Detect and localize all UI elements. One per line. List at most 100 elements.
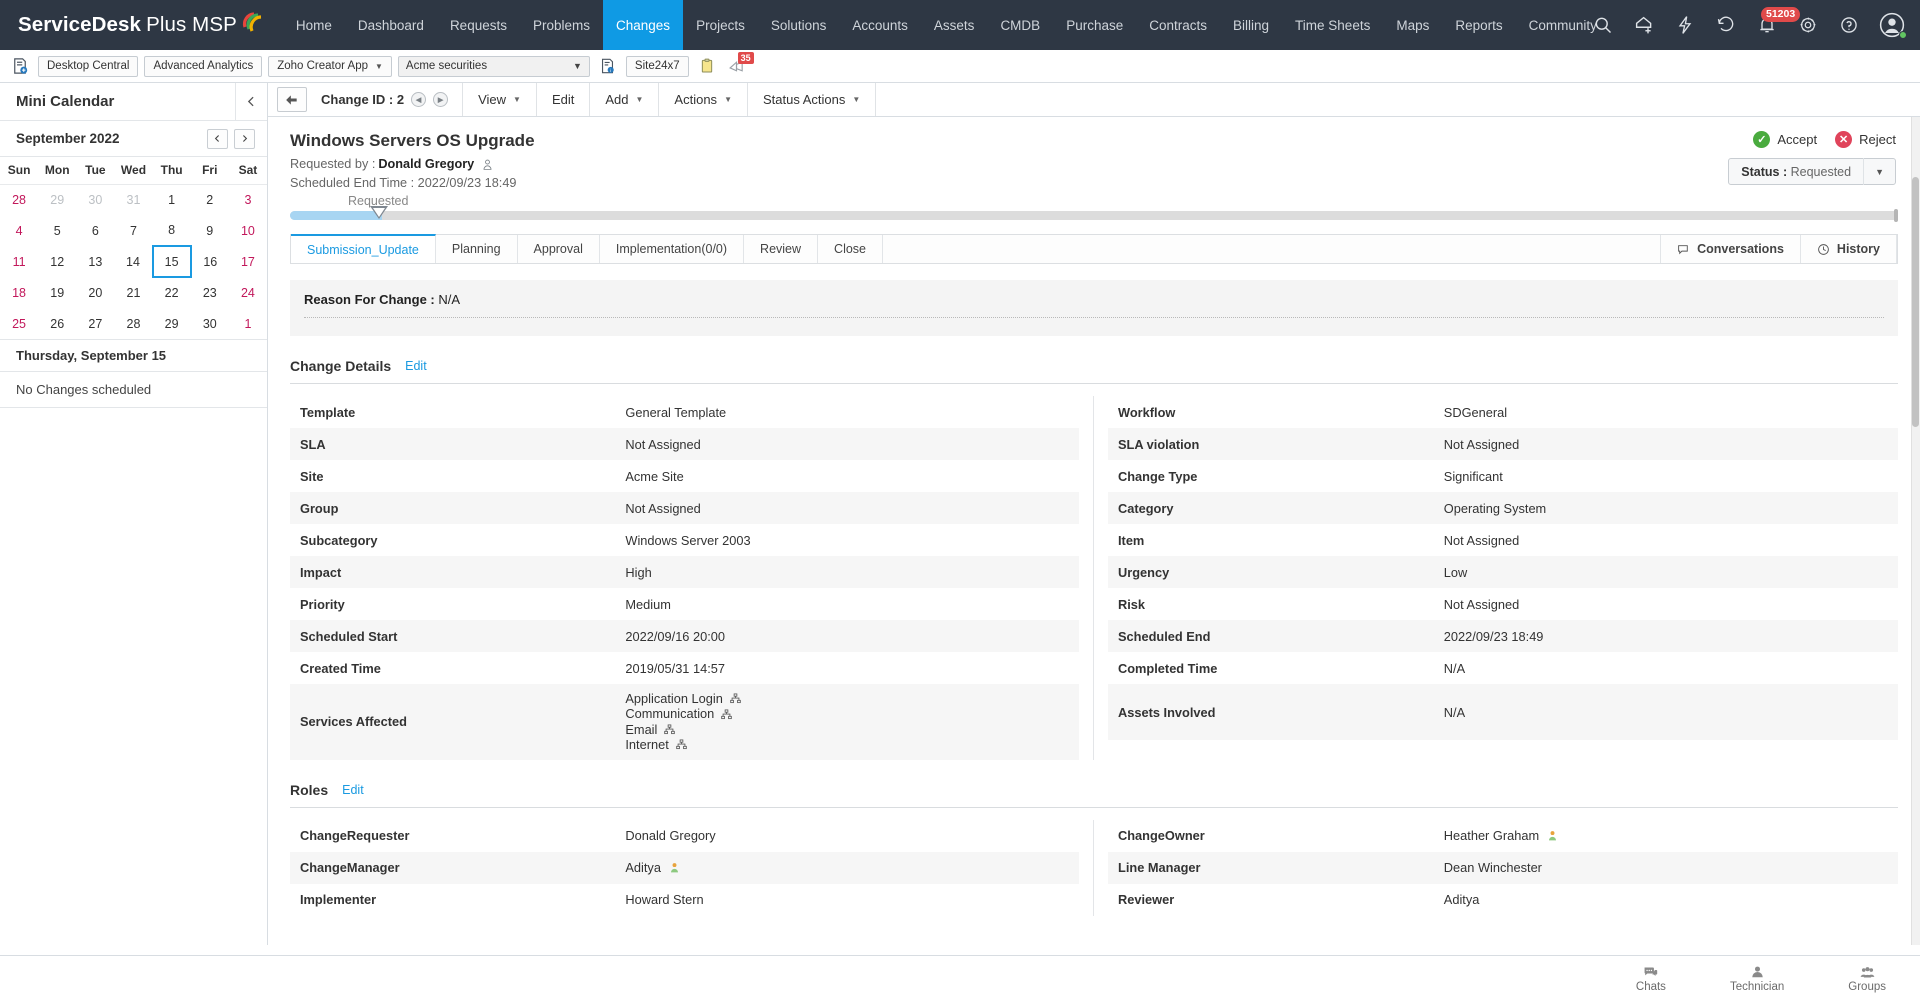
calendar-day-cell[interactable]: 18 [0,277,38,308]
calendar-day-cell[interactable]: 4 [0,215,38,246]
notifications-bell-icon[interactable]: 51203 [1755,13,1779,37]
nav-item-maps[interactable]: Maps [1383,0,1442,50]
back-button[interactable] [277,87,307,112]
calendar-day-cell[interactable]: 19 [38,277,76,308]
nav-item-solutions[interactable]: Solutions [758,0,840,50]
app-logo[interactable]: ServiceDesk Plus MSP [18,10,265,40]
calendar-day-cell[interactable]: 24 [229,277,267,308]
calendar-day-cell[interactable]: 1 [153,184,191,215]
calendar-day-cell[interactable]: 11 [0,246,38,277]
announcement-icon[interactable]: 35 [725,55,749,77]
technician-button[interactable]: Technician [1730,965,1784,993]
calendar-day-cell[interactable]: 22 [153,277,191,308]
toolbar-actions[interactable]: Actions▼ [659,83,748,116]
account-select[interactable]: Acme securities ▼ [398,56,590,77]
calendar-day-cell[interactable]: 15 [153,246,191,277]
calendar-day-cell[interactable]: 14 [114,246,152,277]
next-change-button[interactable]: ▶ [433,92,448,107]
calendar-day-cell[interactable]: 12 [38,246,76,277]
toolbar-status-actions[interactable]: Status Actions▼ [748,83,876,116]
nav-item-cmdb[interactable]: CMDB [987,0,1053,50]
calendar-day-cell[interactable]: 13 [76,246,114,277]
clipboard-icon[interactable] [695,55,719,77]
tab-close[interactable]: Close [818,235,883,263]
calendar-day-cell[interactable]: 17 [229,246,267,277]
person-icon[interactable] [1546,829,1559,842]
calendar-day-cell[interactable]: 8 [153,215,191,246]
calendar-day-cell[interactable]: 20 [76,277,114,308]
prev-month-button[interactable] [207,129,228,149]
chats-button[interactable]: Chats [1636,965,1666,993]
nav-item-time-sheets[interactable]: Time Sheets [1282,0,1383,50]
calendar-day-cell[interactable]: 28 [114,308,152,339]
status-dropdown[interactable]: Status : Requested ▼ [1728,158,1896,185]
network-icon[interactable] [664,724,675,735]
toolbar-view[interactable]: View▼ [463,83,537,116]
help-icon[interactable] [1837,13,1861,37]
add-ticket-icon[interactable] [1632,13,1656,37]
calendar-day-cell[interactable]: 29 [38,184,76,215]
calendar-day-cell[interactable]: 7 [114,215,152,246]
calendar-day-cell[interactable]: 1 [229,308,267,339]
network-icon[interactable] [676,739,687,750]
calendar-day-cell[interactable]: 25 [0,308,38,339]
reject-button[interactable]: ✕ Reject [1835,131,1896,148]
calendar-day-cell[interactable]: 29 [153,308,191,339]
calendar-day-cell[interactable]: 10 [229,215,267,246]
tab-conversations[interactable]: Conversations [1661,235,1801,263]
zoho-creator-app-button[interactable]: Zoho Creator App ▼ [268,56,392,77]
network-icon[interactable] [730,693,741,704]
nav-item-projects[interactable]: Projects [683,0,758,50]
calendar-day-cell[interactable]: 5 [38,215,76,246]
calendar-day-cell[interactable]: 26 [38,308,76,339]
calendar-day-cell[interactable]: 31 [114,184,152,215]
tab-implementation-0-0[interactable]: Implementation(0/0) [600,235,744,263]
user-avatar[interactable] [1878,11,1906,39]
quick-actions-lightning-icon[interactable] [1673,13,1697,37]
network-icon[interactable] [721,709,732,720]
nav-item-billing[interactable]: Billing [1220,0,1282,50]
nav-item-purchase[interactable]: Purchase [1053,0,1136,50]
requester-person-icon[interactable] [481,158,494,171]
groups-button[interactable]: Groups [1848,965,1886,993]
roles-edit-link[interactable]: Edit [342,783,364,797]
person-icon[interactable] [668,861,681,874]
nav-item-accounts[interactable]: Accounts [839,0,921,50]
nav-item-changes[interactable]: Changes [603,0,683,50]
nav-item-home[interactable]: Home [283,0,345,50]
calendar-day-cell[interactable]: 28 [0,184,38,215]
account-info-icon[interactable]: i [596,55,620,77]
recent-history-icon[interactable] [1714,13,1738,37]
calendar-day-cell[interactable]: 23 [191,277,229,308]
calendar-day-cell[interactable]: 3 [229,184,267,215]
desktop-central-button[interactable]: Desktop Central [38,56,138,77]
calendar-day-cell[interactable]: 30 [191,308,229,339]
tab-approval[interactable]: Approval [518,235,600,263]
calendar-day-cell[interactable]: 6 [76,215,114,246]
calendar-day-cell[interactable]: 27 [76,308,114,339]
search-icon[interactable] [1591,13,1615,37]
tab-review[interactable]: Review [744,235,818,263]
content-scrollbar[interactable] [1911,117,1920,1001]
new-request-icon[interactable] [8,55,32,77]
nav-item-contracts[interactable]: Contracts [1136,0,1220,50]
scrollbar-thumb[interactable] [1912,177,1919,427]
next-month-button[interactable] [234,129,255,149]
nav-item-dashboard[interactable]: Dashboard [345,0,437,50]
toolbar-add[interactable]: Add▼ [590,83,659,116]
site24x7-button[interactable]: Site24x7 [626,56,689,77]
nav-item-requests[interactable]: Requests [437,0,520,50]
collapse-sidebar-button[interactable] [235,83,267,120]
nav-item-problems[interactable]: Problems [520,0,603,50]
calendar-day-cell[interactable]: 9 [191,215,229,246]
nav-item-assets[interactable]: Assets [921,0,988,50]
calendar-day-cell[interactable]: 21 [114,277,152,308]
toolbar-edit[interactable]: Edit [537,83,590,116]
tab-planning[interactable]: Planning [436,235,518,263]
tab-history[interactable]: History [1801,235,1897,263]
calendar-day-cell[interactable]: 30 [76,184,114,215]
accept-button[interactable]: ✓ Accept [1753,131,1817,148]
nav-item-reports[interactable]: Reports [1442,0,1515,50]
calendar-day-cell[interactable]: 16 [191,246,229,277]
change-details-edit-link[interactable]: Edit [405,359,427,373]
